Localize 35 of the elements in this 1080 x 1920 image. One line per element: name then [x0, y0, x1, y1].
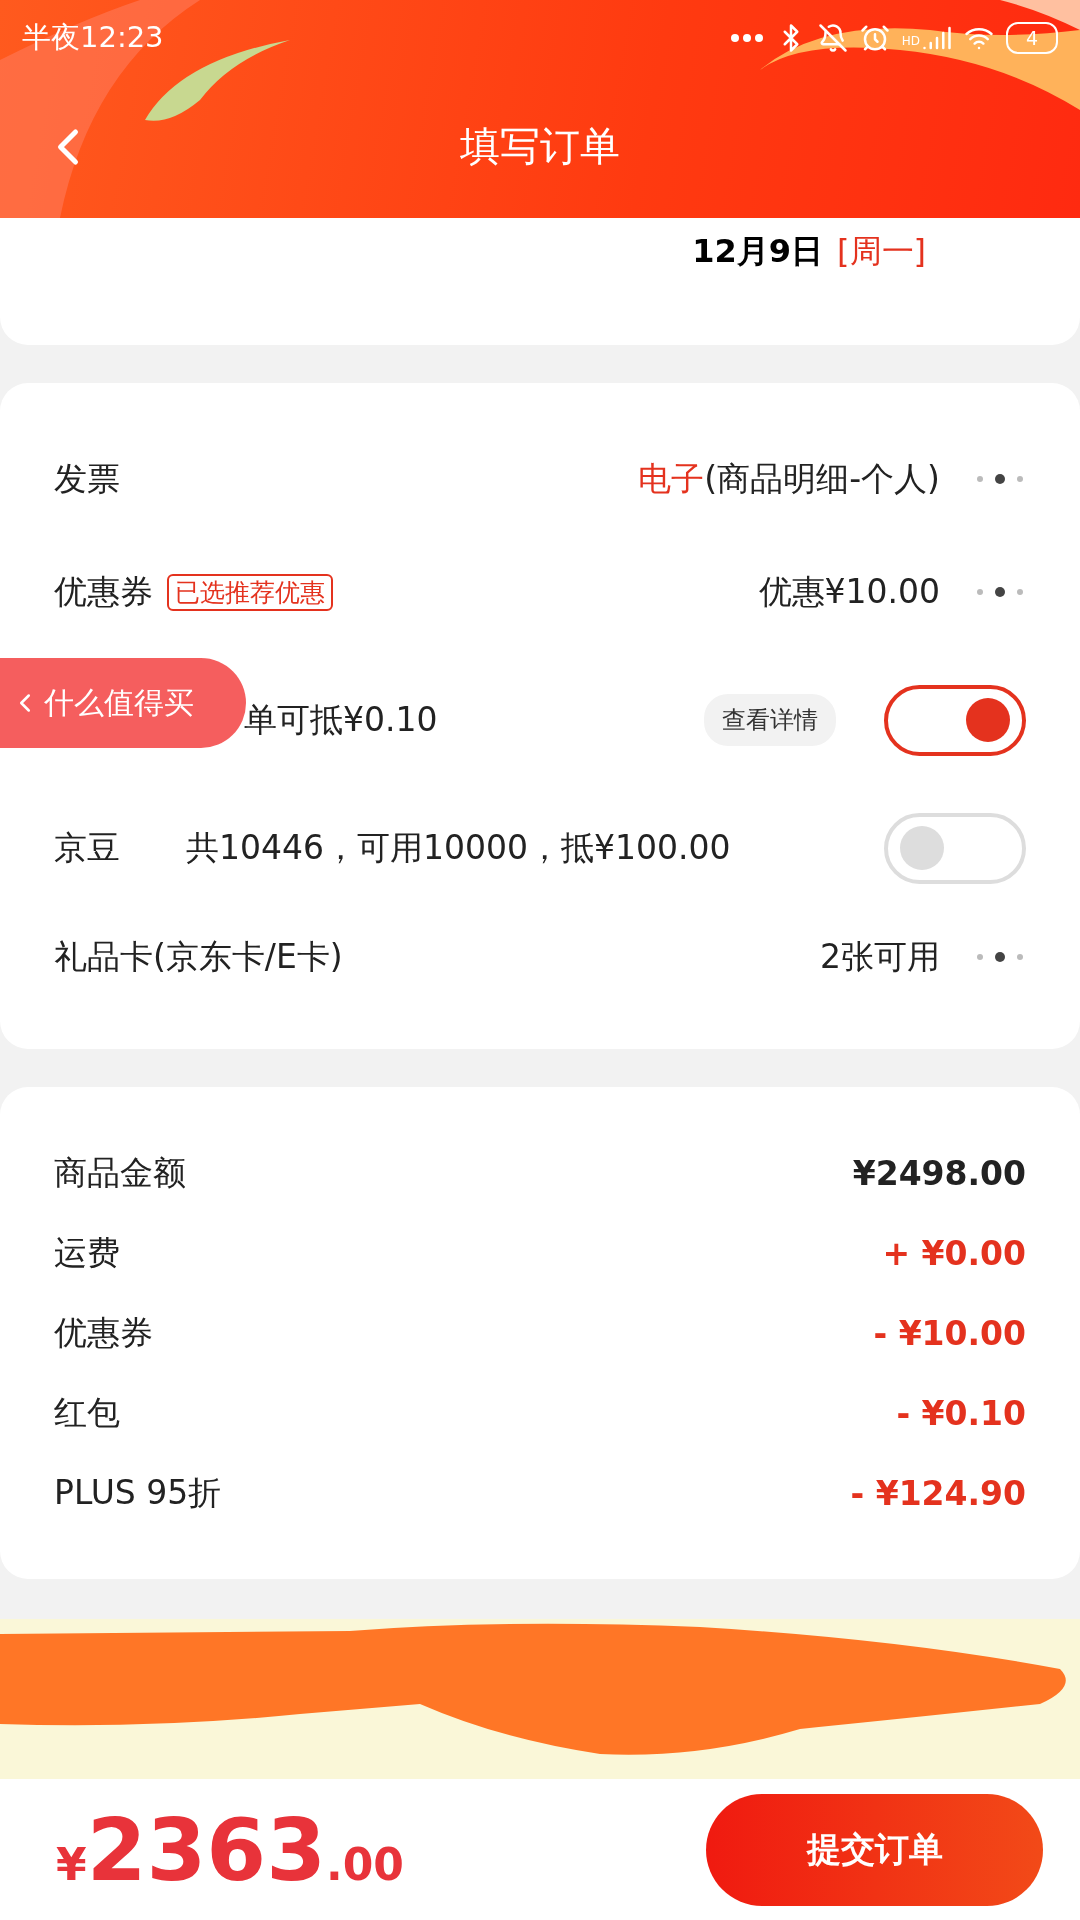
summary-amount: ¥2498.00 [852, 1153, 1026, 1193]
more-dots-icon[interactable] [974, 586, 1026, 598]
option-label: 发票 [54, 457, 120, 500]
bell-off-icon [817, 22, 848, 53]
page-title: 填写订单 [460, 122, 621, 171]
more-dots-icon[interactable] [974, 951, 1026, 963]
summary-label: 优惠券 [54, 1311, 153, 1354]
summary-amount: - ¥10.00 [873, 1313, 1026, 1353]
option-value: 共10446，可用10000，抵¥100.00 [186, 826, 731, 869]
status-time: 半夜12:23 [22, 18, 164, 56]
summary-label: 运费 [54, 1231, 120, 1274]
option-label: 优惠券 [54, 570, 153, 613]
option-label: 礼品卡(京东卡/E卡) [54, 935, 343, 978]
summary-amount: - ¥0.10 [896, 1393, 1026, 1433]
summary-label: 商品金额 [54, 1151, 186, 1194]
shortcut-label: 什么值得买 [44, 683, 194, 722]
total-price: ¥2363.00 [56, 1799, 404, 1900]
submit-order-button[interactable]: 提交订单 [706, 1793, 1043, 1906]
more-icon [729, 32, 764, 43]
option-value: 电子(商品明细-个人) [638, 457, 940, 500]
more-dots-icon[interactable] [974, 473, 1026, 485]
weekday-label: [周一] [837, 231, 926, 272]
alarm-clock-icon [859, 22, 890, 53]
option-value: 单可抵¥0.10 [244, 698, 438, 741]
summary-label: 红包 [54, 1391, 120, 1434]
summary-amount: - ¥124.90 [850, 1473, 1026, 1513]
recommended-tag: 已选推荐优惠 [167, 573, 333, 611]
option-value: 优惠¥10.00 [758, 570, 940, 613]
delivery-date: 12月9日 [692, 231, 824, 272]
summary-amount: + ¥0.00 [882, 1233, 1026, 1273]
hd-label: HD [901, 33, 920, 48]
option-label: 京豆 [54, 826, 121, 869]
summary-label: PLUS 95折 [54, 1471, 222, 1514]
details-button[interactable]: 查看详情 [704, 694, 836, 746]
option-value: 2张可用 [820, 935, 940, 978]
